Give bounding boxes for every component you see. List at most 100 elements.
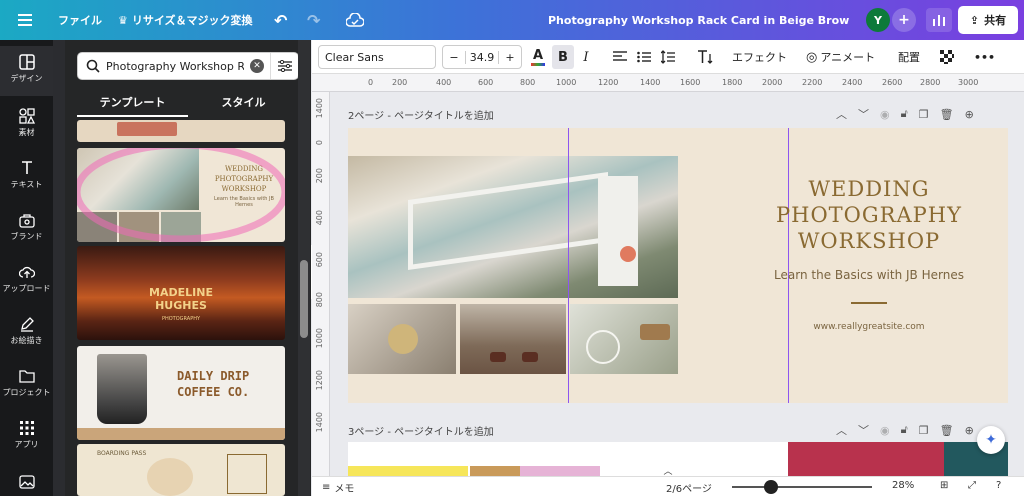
- font-size-input[interactable]: 34.9: [465, 50, 499, 64]
- rail-item-text[interactable]: テキスト: [0, 160, 53, 190]
- rail-item-design[interactable]: デザイン: [0, 46, 53, 96]
- zoom-slider[interactable]: [732, 480, 872, 494]
- lock-icon[interactable]: 🔓︎: [901, 107, 908, 121]
- template-card-madeline[interactable]: MADELINE HUGHES PHOTOGRAPHY: [77, 246, 285, 340]
- more-options-button[interactable]: •••: [974, 45, 995, 69]
- rail-item-photos[interactable]: [0, 474, 53, 490]
- ruler-mark: 1200: [315, 370, 324, 391]
- rail-item-apps[interactable]: アプリ: [0, 420, 53, 450]
- panel-scrollbar[interactable]: [298, 40, 310, 496]
- search-input[interactable]: Photography Workshop Rack: [106, 60, 244, 73]
- design-title[interactable]: WEDDING PHOTOGRAPHY WORKSHOP: [762, 176, 976, 254]
- panel-scroll-thumb[interactable]: [300, 260, 308, 338]
- design-page[interactable]: [348, 128, 1008, 403]
- add-page-icon[interactable]: ⊕: [965, 108, 974, 121]
- template-card-partial[interactable]: [77, 120, 285, 142]
- increase-size-button[interactable]: +: [499, 51, 521, 64]
- rail-item-brand[interactable]: ブランド: [0, 212, 53, 242]
- rail-item-projects[interactable]: プロジェクト: [0, 368, 53, 398]
- detail-photo-2[interactable]: [460, 304, 566, 374]
- top-bar: ファイル ♛ リサイズ＆マジック変換 ↶ ↷ Photography Works…: [0, 0, 1024, 40]
- resize-button[interactable]: ♛ リサイズ＆マジック変換: [118, 0, 253, 40]
- add-page-icon[interactable]: ⊕: [965, 424, 974, 437]
- page-2-title[interactable]: 2ページ - ページタイトルを追加: [348, 104, 494, 124]
- templates-panel: Photography Workshop Rack ✕ テンプレート スタイル …: [65, 40, 311, 496]
- rail-item-uploads[interactable]: アップロード: [0, 264, 53, 294]
- menu-button[interactable]: [18, 0, 32, 40]
- trumpet-shape: [388, 324, 418, 354]
- zoom-level[interactable]: 28%: [892, 480, 914, 491]
- lock-icon[interactable]: 🔓︎: [901, 423, 908, 437]
- clear-search-icon[interactable]: ✕: [250, 59, 264, 73]
- rail-item-draw[interactable]: お絵描き: [0, 316, 53, 346]
- bold-button[interactable]: B: [552, 45, 574, 69]
- add-collaborator-button[interactable]: +: [892, 8, 916, 32]
- file-menu[interactable]: ファイル: [58, 0, 102, 40]
- hamburger-icon: [18, 14, 32, 26]
- rail-item-elements[interactable]: 素材: [0, 108, 53, 138]
- duplicate-icon[interactable]: ❐: [919, 108, 929, 121]
- position-button[interactable]: 配置: [898, 45, 920, 69]
- font-family-select[interactable]: Clear Sans: [318, 45, 436, 69]
- title-line-1: WEDDING: [808, 177, 930, 201]
- bar-chart-icon: [933, 15, 945, 26]
- panel-tabs: テンプレート スタイル: [77, 88, 299, 116]
- tab-templates[interactable]: テンプレート: [77, 88, 188, 116]
- chevron-up-icon[interactable]: ︿: [836, 106, 847, 122]
- eye-icon[interactable]: ◉: [880, 424, 890, 437]
- hero-photo[interactable]: [348, 156, 678, 298]
- page-3-title[interactable]: 3ページ - ページタイトルを追加: [348, 420, 494, 440]
- page-3-controls: ︿ ﹀ ◉ 🔓︎ ❐ 🗑︎ ⊕: [836, 420, 974, 440]
- notes-button[interactable]: ≡ メモ: [322, 480, 354, 495]
- italic-button[interactable]: I: [576, 45, 596, 69]
- vertical-text-button[interactable]: [694, 45, 716, 69]
- zoom-slider-knob[interactable]: [764, 480, 779, 494]
- chevron-down-icon[interactable]: ﹀: [858, 422, 869, 438]
- animate-button[interactable]: ◎ アニメート: [806, 45, 875, 69]
- transparency-button[interactable]: [938, 45, 956, 69]
- fullscreen-button[interactable]: ⤢: [968, 480, 976, 491]
- avatar[interactable]: Y: [866, 8, 890, 32]
- ruler-mark: 2400: [842, 78, 863, 87]
- eye-icon[interactable]: ◉: [880, 108, 890, 121]
- page-counter[interactable]: 2/6ページ: [666, 480, 712, 495]
- font-size-control[interactable]: − 34.9 +: [442, 45, 522, 69]
- insights-button[interactable]: [926, 8, 952, 32]
- list-button[interactable]: [634, 45, 654, 69]
- align-button[interactable]: [610, 45, 630, 69]
- detail-photo-1[interactable]: [348, 304, 456, 374]
- filter-button[interactable]: [270, 53, 298, 79]
- spacing-button[interactable]: [658, 45, 678, 69]
- template-card-boarding[interactable]: BOARDING PASS: [77, 444, 285, 496]
- design-subtitle[interactable]: Learn the Basics with JB Hernes: [762, 268, 976, 282]
- ruler-mark: 400: [436, 78, 452, 87]
- chevron-down-icon[interactable]: ﹀: [858, 106, 869, 122]
- document-title[interactable]: Photography Workshop Rack Card in Beige …: [548, 0, 850, 40]
- text-color-button[interactable]: A: [528, 45, 548, 69]
- search-box[interactable]: Photography Workshop Rack ✕: [77, 52, 299, 80]
- chevron-up-icon[interactable]: ︿: [836, 422, 847, 438]
- rail-scrollbar[interactable]: [53, 40, 65, 496]
- help-button[interactable]: ?: [996, 480, 1001, 491]
- cloud-save-status[interactable]: [346, 0, 364, 40]
- decrease-size-button[interactable]: −: [443, 51, 465, 64]
- ruler-mark: 600: [315, 252, 324, 268]
- grid-view-button[interactable]: ⊞: [940, 480, 948, 491]
- line-spacing-icon: [661, 50, 675, 64]
- brand-icon: [18, 214, 35, 228]
- undo-button[interactable]: ↶: [274, 0, 287, 40]
- trash-icon[interactable]: 🗑︎: [940, 424, 954, 437]
- design-url[interactable]: www.reallygreatsite.com: [762, 322, 976, 332]
- trash-icon[interactable]: 🗑︎: [940, 108, 954, 121]
- template-card-wedding[interactable]: WEDDING PHOTOGRAPHY WORKSHOP Learn the B…: [77, 148, 285, 242]
- effects-button[interactable]: エフェクト: [732, 45, 787, 69]
- thumb-frame: [227, 454, 267, 494]
- redo-button[interactable]: ↷: [307, 0, 320, 40]
- design-divider[interactable]: [851, 302, 887, 304]
- duplicate-icon[interactable]: ❐: [919, 424, 929, 437]
- tab-styles[interactable]: スタイル: [188, 88, 299, 116]
- share-button[interactable]: ⇪ 共有: [958, 6, 1018, 34]
- detail-photo-3[interactable]: [570, 304, 678, 374]
- template-card-coffee[interactable]: DAILY DRIP COFFEE CO.: [77, 346, 285, 440]
- magic-assistant-button[interactable]: ✦: [977, 426, 1005, 454]
